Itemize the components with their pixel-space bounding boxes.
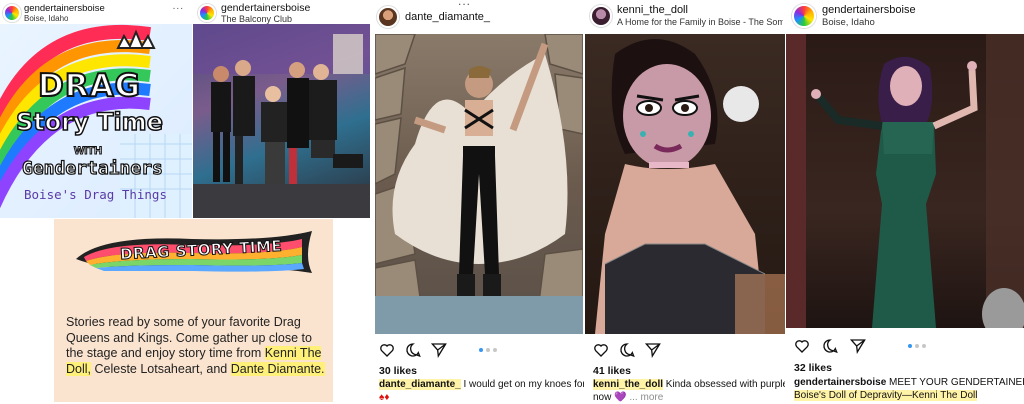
- flyer-description: Stories read by some of your favorite Dr…: [66, 315, 328, 377]
- carousel-dot-active: [479, 348, 483, 352]
- heart-icon[interactable]: [794, 338, 810, 354]
- graphic-title-story: Story Time: [15, 107, 163, 137]
- and-text: and: [202, 361, 231, 376]
- post-location[interactable]: The Balcony Club: [221, 14, 292, 24]
- more-icon[interactable]: ...: [173, 1, 184, 12]
- heart-icon[interactable]: [593, 342, 609, 358]
- comment-icon[interactable]: [822, 338, 838, 354]
- carousel-dots: [908, 344, 926, 348]
- carousel-dot: [915, 344, 919, 348]
- post-username[interactable]: gendertainersboise: [24, 3, 105, 14]
- more-icon[interactable]: ...: [458, 0, 471, 8]
- comment-icon[interactable]: [405, 342, 421, 358]
- post-actions: [593, 342, 783, 362]
- heart-icon[interactable]: [379, 342, 395, 358]
- performer-portrait: [595, 39, 785, 334]
- caption-emoji: ♠♦: [379, 392, 390, 403]
- caption-text: MEET YOUR GENDERTAINERS:: [886, 377, 1024, 388]
- caption-username[interactable]: kenni_the_doll: [593, 379, 664, 390]
- carousel-dot: [486, 348, 490, 352]
- post-drag-story-time: gendertainersboise Boise, Idaho ... DRAG…: [0, 0, 192, 218]
- performer-dante: Dante Diamante.: [230, 361, 325, 376]
- likes-count[interactable]: 30 likes: [379, 365, 417, 377]
- post-kenni: kenni_the_doll A Home for the Family in …: [585, 0, 785, 404]
- graphic-with: WITH: [73, 145, 103, 158]
- profile-avatar[interactable]: [3, 4, 21, 22]
- post-image[interactable]: [375, 34, 583, 334]
- caption-line2: now: [593, 392, 612, 403]
- post-header: dante_diamante_ ...: [371, 0, 584, 34]
- graphic-tagline: Boise's Drag Things: [24, 187, 167, 202]
- caption-emoji: 💜: [614, 392, 627, 403]
- carousel-dot: [922, 344, 926, 348]
- caption-text: Kinda obsessed with purple con: [665, 379, 785, 390]
- caption-username[interactable]: dante_diamante_: [379, 379, 461, 390]
- profile-avatar[interactable]: [792, 4, 816, 28]
- post-image[interactable]: [193, 24, 370, 218]
- performer-figure: [375, 34, 583, 334]
- post-header: gendertainersboise Boise, Idaho: [786, 0, 1024, 34]
- post-location[interactable]: A Home for the Family in Boise - The Som…: [617, 17, 783, 27]
- carousel-dot-active: [908, 344, 912, 348]
- post-group-photo: gendertainersboise The Balcony Club: [193, 0, 370, 218]
- comment-icon[interactable]: [619, 342, 635, 358]
- profile-avatar[interactable]: [590, 5, 612, 27]
- graphic-title-drag: DRAG: [37, 67, 142, 105]
- post-username[interactable]: gendertainersboise: [221, 2, 310, 14]
- post-caption: gendertainersboise MEET YOUR GENDERTAINE…: [794, 376, 1024, 402]
- post-stage-performer: gendertainersboise Boise, Idaho 32 likes…: [786, 0, 1024, 404]
- post-image[interactable]: [585, 34, 785, 334]
- post-header: kenni_the_doll A Home for the Family in …: [585, 0, 785, 34]
- carousel-dots: [479, 348, 497, 352]
- performer-celeste: Celeste Lotsaheart,: [94, 361, 203, 376]
- graphic-gendertainers: Gendertainers: [21, 157, 163, 179]
- profile-avatar[interactable]: [198, 4, 216, 22]
- post-caption: dante_diamante_ I would get on my knoes …: [379, 378, 584, 404]
- post-username[interactable]: dante_diamante_: [405, 11, 490, 23]
- post-caption: kenni_the_doll Kinda obsessed with purpl…: [593, 378, 785, 404]
- post-username[interactable]: gendertainersboise: [822, 4, 916, 16]
- post-location[interactable]: Boise, Idaho: [822, 17, 875, 28]
- share-icon[interactable]: [431, 342, 447, 358]
- post-actions: [379, 342, 579, 362]
- post-actions: [794, 338, 1014, 358]
- profile-avatar[interactable]: [377, 6, 399, 28]
- drag-story-time-flyer: DRAG STORY TIME Stories read by some of …: [54, 219, 333, 402]
- caption-text: I would get on my knoes for you: [463, 379, 584, 390]
- caption-line2: Boise's Doll of Depravity—Kenni The Doll: [794, 390, 978, 401]
- post-image[interactable]: DRAG Story Time WITH Gendertainers Boise…: [0, 24, 192, 218]
- likes-count[interactable]: 41 likes: [593, 365, 631, 377]
- share-icon[interactable]: [645, 342, 661, 358]
- stage-performer: [786, 34, 1024, 328]
- likes-count[interactable]: 32 likes: [794, 362, 832, 374]
- post-image[interactable]: [786, 34, 1024, 328]
- post-location[interactable]: Boise, Idaho: [24, 14, 68, 23]
- carousel-dot: [493, 348, 497, 352]
- post-dante: dante_diamante_ ... 30 likes dante_diama…: [371, 0, 584, 404]
- share-icon[interactable]: [850, 338, 866, 354]
- group-figures: [193, 24, 370, 218]
- caption-username[interactable]: gendertainersboise: [794, 377, 886, 388]
- post-username[interactable]: kenni_the_doll: [617, 4, 688, 16]
- caption-more-link[interactable]: ... more: [629, 392, 663, 403]
